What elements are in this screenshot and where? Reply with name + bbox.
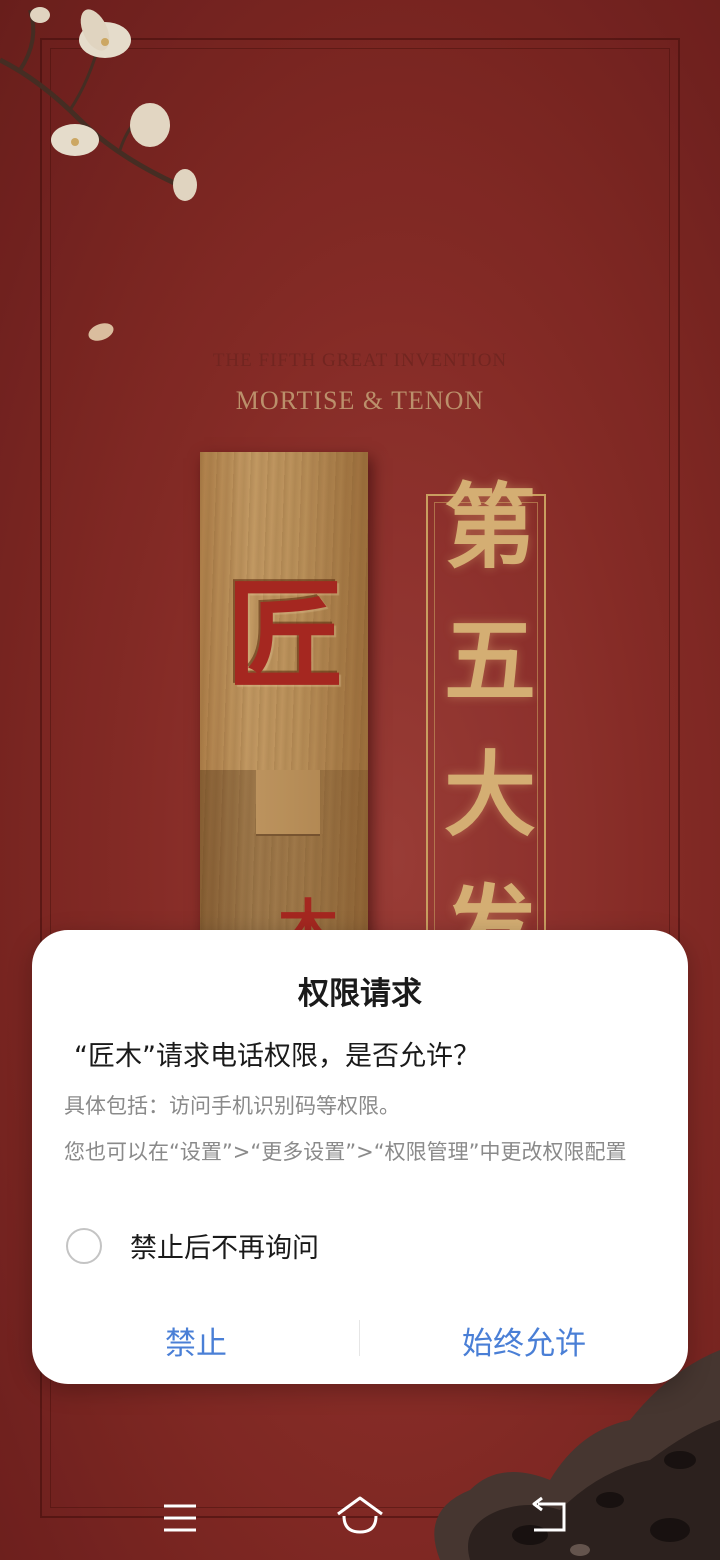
- dont-ask-again-option[interactable]: 禁止后不再询问: [66, 1226, 319, 1265]
- home-icon: [337, 1496, 383, 1534]
- dialog-title: 权限请求: [298, 976, 422, 1012]
- permission-detail: 具体包括：访问手机识别码等权限。: [64, 1094, 400, 1118]
- permission-dialog: 权限请求 “匠木”请求电话权限，是否允许？ 具体包括：访问手机识别码等权限。 您…: [32, 930, 688, 1384]
- always-allow-button[interactable]: 始终允许: [360, 1318, 688, 1363]
- home-button[interactable]: [330, 1490, 390, 1550]
- permission-settings-hint: 您也可以在“设置”>“更多设置”>“权限管理”中更改权限配置: [64, 1140, 627, 1164]
- app-splash-screen: THE FIFTH GREAT INVENTION MORTISE & TENO…: [0, 0, 720, 1560]
- menu-button[interactable]: [150, 1490, 210, 1550]
- deny-button[interactable]: 禁止: [32, 1318, 360, 1363]
- back-icon: [532, 1496, 566, 1532]
- system-navigation-bar: [0, 1490, 720, 1560]
- menu-icon: [164, 1504, 196, 1532]
- dont-ask-again-radio[interactable]: [66, 1227, 102, 1264]
- dont-ask-again-label: 禁止后不再询问: [130, 1233, 319, 1264]
- back-button[interactable]: [520, 1490, 580, 1550]
- permission-question: “匠木”请求电话权限，是否允许？: [74, 1041, 480, 1072]
